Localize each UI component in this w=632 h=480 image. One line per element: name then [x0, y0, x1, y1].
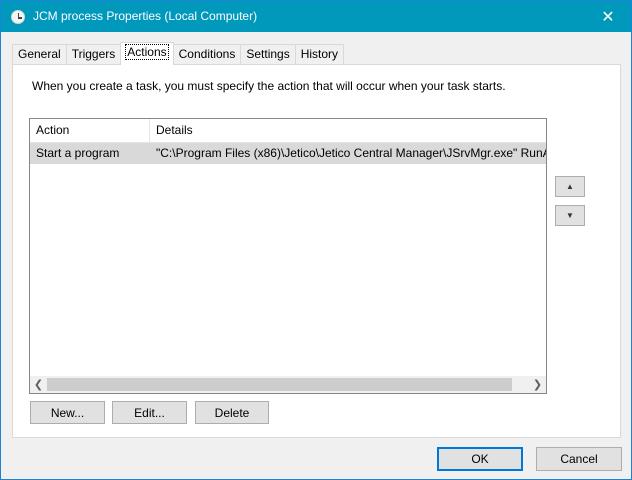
scrollbar-thumb[interactable]	[47, 378, 512, 391]
cancel-button[interactable]: Cancel	[536, 447, 622, 471]
details-cell: "C:\Program Files (x86)\Jetico\Jetico Ce…	[156, 146, 546, 160]
arrow-up-icon: ▲	[566, 182, 574, 191]
instruction-text: When you create a task, you must specify…	[32, 79, 506, 93]
delete-button-label: Delete	[214, 405, 250, 420]
tab-conditions[interactable]: Conditions	[172, 44, 242, 65]
ok-button-label: OK	[471, 452, 489, 466]
new-button[interactable]: New...	[30, 401, 105, 424]
clock-icon	[11, 10, 25, 24]
move-up-button[interactable]: ▲	[555, 176, 585, 197]
action-cell: Start a program	[36, 146, 120, 160]
scroll-left-icon[interactable]: ❮	[30, 376, 47, 393]
horizontal-scrollbar[interactable]: ❮ ❯	[30, 376, 546, 393]
tab-strip: General Triggers Actions Conditions Sett…	[12, 42, 345, 65]
tab-history[interactable]: History	[294, 44, 345, 65]
tab-general[interactable]: General	[12, 44, 67, 65]
scroll-right-icon[interactable]: ❯	[529, 376, 546, 393]
move-down-button[interactable]: ▼	[555, 205, 585, 226]
edit-button[interactable]: Edit...	[112, 401, 187, 424]
title-bar[interactable]: JCM process Properties (Local Computer) …	[1, 1, 631, 32]
edit-button-label: Edit...	[134, 405, 165, 420]
list-item[interactable]: Start a program "C:\Program Files (x86)\…	[30, 143, 546, 164]
new-button-label: New...	[50, 405, 85, 420]
delete-button[interactable]: Delete	[195, 401, 269, 424]
close-button[interactable]: ✕	[585, 1, 631, 32]
list-header: Action Details	[30, 119, 546, 143]
column-header-details[interactable]: Details	[150, 119, 546, 143]
actions-panel: When you create a task, you must specify…	[12, 64, 621, 438]
arrow-down-icon: ▼	[566, 211, 574, 220]
close-icon: ✕	[601, 8, 615, 26]
ok-button[interactable]: OK	[437, 447, 523, 471]
window-title: JCM process Properties (Local Computer)	[33, 9, 258, 23]
task-properties-window: JCM process Properties (Local Computer) …	[0, 0, 632, 480]
column-header-action[interactable]: Action	[30, 119, 150, 143]
tab-actions[interactable]: Actions	[120, 42, 174, 65]
cancel-button-label: Cancel	[560, 452, 598, 466]
tab-triggers[interactable]: Triggers	[65, 44, 122, 65]
tab-settings[interactable]: Settings	[240, 44, 296, 65]
actions-list[interactable]: Action Details Start a program "C:\Progr…	[29, 118, 547, 394]
